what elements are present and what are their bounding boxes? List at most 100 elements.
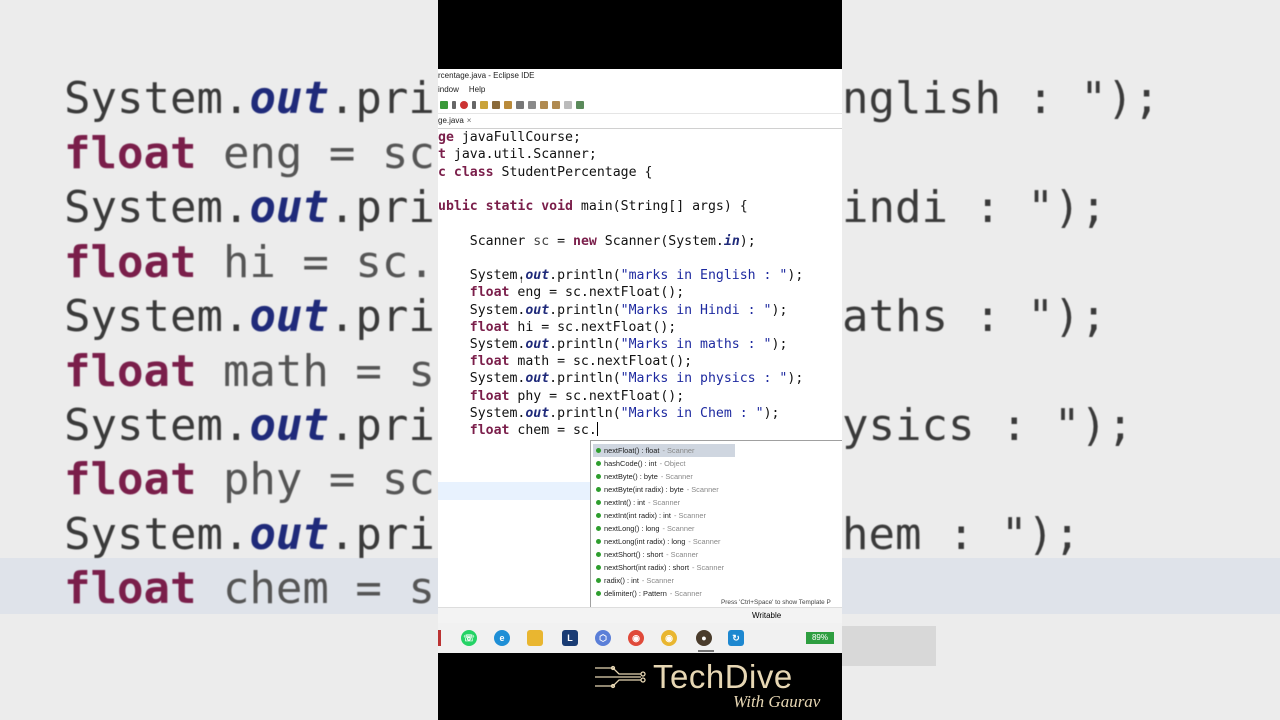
bg-code-line: float chem = sc [64, 563, 438, 614]
bg-code-line: System.out.prin [64, 509, 438, 560]
public-method-icon [596, 552, 601, 557]
public-method-icon [596, 526, 601, 531]
next-annotation-icon[interactable] [528, 101, 536, 109]
bg-code-line-right: aths : "); [842, 291, 1107, 342]
code-line: float phy = sc.nextFloat(); [469, 389, 685, 404]
autocomplete-item[interactable]: nextByte(int radix) : byte - Scanner [593, 483, 735, 496]
autocomplete-item[interactable]: nextFloat() : float - Scanner [593, 444, 735, 457]
remote-app-icon[interactable]: ↻ [728, 630, 744, 646]
annotation-icon[interactable] [516, 101, 524, 109]
autocomplete-item[interactable]: nextByte() : byte - Scanner [593, 470, 735, 483]
bg-code-line-right: hem : "); [842, 509, 1081, 560]
edge-icon[interactable]: e [494, 630, 510, 646]
open-folder-icon[interactable] [480, 101, 488, 109]
dropdown-icon[interactable] [452, 101, 456, 109]
autocomplete-owner: - Scanner [662, 446, 695, 455]
toolbar [438, 97, 842, 114]
bg-code-line: System.out.prin [64, 400, 438, 451]
autocomplete-owner: - Scanner [641, 576, 674, 585]
menu-help[interactable]: Help [469, 83, 485, 97]
autocomplete-owner: - Scanner [660, 472, 693, 481]
code-line: t java.util.Scanner; [438, 147, 597, 162]
code-line: float hi = sc.nextFloat(); [469, 320, 677, 335]
autocomplete-item[interactable]: radix() : int - Scanner [593, 574, 735, 587]
autocomplete-signature: nextLong() : long [604, 524, 660, 533]
app-icon-partial[interactable] [438, 630, 441, 646]
code-line: float eng = sc.nextFloat(); [469, 285, 685, 300]
lms-app-icon[interactable]: L [562, 630, 578, 646]
active-app-indicator [698, 650, 714, 652]
autocomplete-signature: radix() : int [604, 576, 639, 585]
public-method-icon [596, 461, 601, 466]
autocomplete-owner: - Object [659, 459, 686, 468]
autocomplete-list[interactable]: nextFloat() : float - Scanner hashCode() :… [593, 444, 735, 600]
video-frame: rcentage.java - Eclipse IDE indow Help g… [438, 0, 842, 720]
battery-indicator: 89% [806, 632, 834, 644]
public-method-icon [596, 500, 601, 505]
whatsapp-icon[interactable]: ☏ [461, 630, 477, 646]
menu-bar: indow Help [438, 83, 842, 97]
public-method-icon [596, 539, 601, 544]
search-icon[interactable] [504, 101, 512, 109]
menu-window[interactable]: indow [438, 83, 459, 97]
autocomplete-owner: - Scanner [648, 498, 681, 507]
autocomplete-signature: nextByte(int radix) : byte [604, 485, 684, 494]
bg-code-line: System.out.prin [64, 291, 438, 342]
code-line-current: float chem = sc. [469, 422, 598, 438]
chrome-icon[interactable]: ◉ [661, 630, 677, 646]
forward-icon[interactable] [564, 101, 572, 109]
autocomplete-signature: hashCode() : int [604, 459, 657, 468]
autocomplete-item[interactable]: delimiter() : Pattern - Scanner [593, 587, 735, 600]
autocomplete-item[interactable]: nextShort() : short - Scanner [593, 548, 735, 561]
file-explorer-icon[interactable] [527, 630, 543, 646]
autocomplete-item[interactable]: hashCode() : int - Object [593, 457, 735, 470]
autocomplete-signature: nextShort(int radix) : short [604, 563, 690, 572]
tab-label: ge.java [438, 116, 464, 125]
autocomplete-signature: nextFloat() : float [604, 446, 660, 455]
autocomplete-item[interactable]: nextShort(int radix) : short - Scanner [593, 561, 735, 574]
autocomplete-item[interactable]: nextInt(int radix) : int - Scanner [593, 509, 735, 522]
autocomplete-signature: nextInt(int radix) : int [604, 511, 671, 520]
status-writable: Writable [752, 611, 782, 620]
autocomplete-signature: nextShort() : short [604, 550, 664, 559]
bg-code-line: System.out.prin [64, 73, 438, 124]
dropdown-icon[interactable] [472, 101, 476, 109]
autocomplete-signature: nextLong(int radix) : long [604, 537, 686, 546]
last-edit-icon[interactable] [540, 101, 548, 109]
run-icon[interactable] [440, 101, 448, 109]
status-bar: Writable [438, 607, 842, 623]
code-line: c class StudentPercentage { [438, 165, 653, 180]
eclipse-icon[interactable]: ● [696, 630, 712, 646]
public-method-icon [596, 513, 601, 518]
autocomplete-signature: nextInt() : int [604, 498, 646, 507]
autocomplete-item[interactable]: nextInt() : int - Scanner [593, 496, 735, 509]
code-line: Scanner sc = new Scanner(System.in); [438, 234, 756, 249]
bg-code-line-right: ysics : "); [842, 400, 1134, 451]
autocomplete-popup[interactable]: nextFloat() : float - Scanner hashCode() :… [590, 440, 842, 608]
bg-code-line: float eng = sc. [64, 128, 438, 179]
settings-app-icon[interactable]: ⬡ [595, 630, 611, 646]
code-line: float math = sc.nextFloat(); [469, 354, 693, 369]
close-icon[interactable]: × [467, 114, 472, 128]
bg-code-line: float phy = sc. [64, 454, 438, 505]
public-method-icon [596, 578, 601, 583]
autocomplete-owner: - Scanner [692, 563, 725, 572]
code-line: System.out.println("Marks in physics : "… [438, 371, 804, 386]
autocomplete-item[interactable]: nextLong() : long - Scanner [593, 522, 735, 535]
perspective-icon[interactable] [576, 101, 584, 109]
autocomplete-owner: - Scanner [669, 589, 702, 598]
chrome-profile-icon[interactable]: ◉ [628, 630, 644, 646]
text-caret [596, 422, 598, 436]
debug-icon[interactable] [460, 101, 468, 109]
autocomplete-item[interactable]: nextLong(int radix) : long - Scanner [593, 535, 735, 548]
open-type-icon[interactable] [492, 101, 500, 109]
editor-tab[interactable]: ge.java × [438, 114, 474, 128]
bg-code-line-right: indi : "); [842, 182, 1107, 233]
public-method-icon [596, 487, 601, 492]
code-line: ublic static void main(String[] args) { [438, 199, 748, 214]
taskbar: ☏ e L ⬡ ◉ ◉ ● ↻ 89% [438, 623, 842, 653]
brand-subtitle: With Gaurav [733, 692, 821, 711]
back-icon[interactable] [552, 101, 560, 109]
bg-code-line: float math = sc [64, 346, 438, 397]
autocomplete-signature: nextByte() : byte [604, 472, 658, 481]
